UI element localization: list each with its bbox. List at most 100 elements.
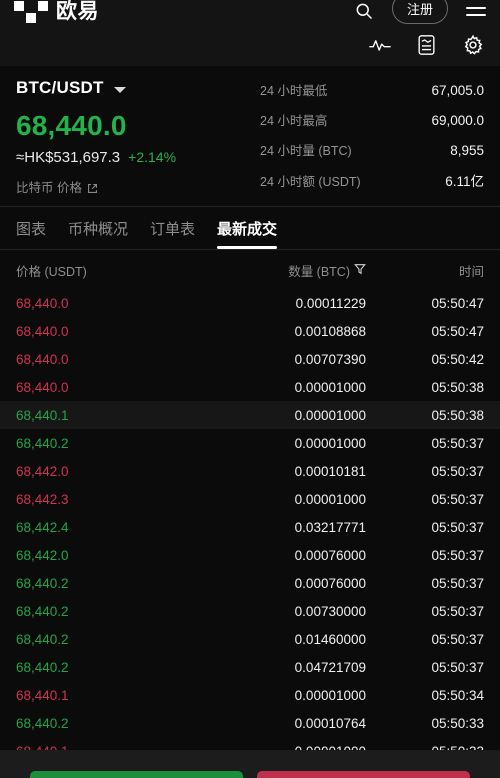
trade-row: 68,442.0 0.00010181 05:50:37 bbox=[0, 457, 500, 485]
header-toolbar bbox=[0, 28, 500, 66]
trade-amount: 0.00001000 bbox=[294, 491, 366, 507]
trade-price: 68,440.2 bbox=[16, 435, 69, 451]
trade-row: 68,440.2 0.00001000 05:50:37 bbox=[0, 429, 500, 457]
trades-list[interactable]: 68,440.0 0.00011229 05:50:47 68,440.0 0.0010… bbox=[0, 289, 500, 778]
hamburger-menu-icon[interactable] bbox=[466, 6, 486, 16]
trade-amount: 0.00730000 bbox=[294, 603, 366, 619]
trade-amount: 0.00010181 bbox=[294, 463, 366, 479]
tab-coin-overview[interactable]: 币种概况 bbox=[68, 207, 128, 249]
buy-button[interactable]: 买入 bbox=[30, 771, 243, 778]
trade-price: 68,442.3 bbox=[16, 491, 69, 507]
column-header-amount-label: 数量 (BTC) bbox=[288, 265, 350, 279]
trade-amount: 0.00001000 bbox=[294, 687, 366, 703]
tab-chart[interactable]: 图表 bbox=[16, 207, 46, 249]
trade-row: 68,440.0 0.00011229 05:50:47 bbox=[0, 289, 500, 317]
trade-row: 68,440.2 0.04721709 05:50:37 bbox=[0, 653, 500, 681]
trade-amount: 0.00108868 bbox=[294, 323, 366, 339]
column-header-amount: 数量 (BTC) bbox=[226, 261, 366, 280]
trade-amount: 0.03217771 bbox=[294, 519, 366, 535]
pair-label: BTC/USDT bbox=[16, 78, 104, 97]
stat-row: 24 小时额 (USDT) 6.11亿 bbox=[260, 170, 484, 190]
trade-amount: 0.00010764 bbox=[294, 715, 366, 731]
trade-row: 68,440.2 0.00010764 05:50:33 bbox=[0, 709, 500, 737]
trade-amount: 0.04721709 bbox=[294, 659, 366, 675]
column-header-price: 价格 (USDT) bbox=[16, 265, 87, 279]
trade-time: 05:50:34 bbox=[431, 687, 484, 703]
fiat-price: ≈HK$531,697.3 bbox=[16, 149, 121, 166]
trade-time: 05:50:42 bbox=[431, 351, 484, 367]
trade-time: 05:50:37 bbox=[431, 547, 484, 563]
funnel-filter-icon[interactable] bbox=[354, 263, 366, 278]
trade-time: 05:50:37 bbox=[431, 603, 484, 619]
trade-price: 68,440.2 bbox=[16, 659, 69, 675]
trade-row: 68,440.2 0.00076000 05:50:37 bbox=[0, 569, 500, 597]
sell-button[interactable]: 卖出 bbox=[257, 771, 470, 778]
trades-table-header: 价格 (USDT) 数量 (BTC) 时间 bbox=[0, 250, 500, 289]
trade-amount: 0.00001000 bbox=[294, 407, 366, 423]
trade-row: 68,442.3 0.00001000 05:50:37 bbox=[0, 485, 500, 513]
trade-amount: 0.00011229 bbox=[295, 295, 366, 311]
trade-time: 05:50:37 bbox=[431, 659, 484, 675]
okx-logo-icon bbox=[14, 1, 48, 23]
trade-price: 68,440.2 bbox=[16, 575, 69, 591]
trade-amount: 0.00076000 bbox=[294, 575, 366, 591]
brand[interactable]: 欧易 bbox=[14, 0, 99, 23]
price-change-percent: +2.14% bbox=[128, 149, 177, 165]
stat-row: 24 小时最高 69,000.0 bbox=[260, 110, 484, 129]
column-header-time: 时间 bbox=[458, 265, 484, 279]
stat-label: 24 小时最低 bbox=[260, 84, 328, 98]
coin-subtitle-link[interactable]: 比特币 价格 bbox=[16, 177, 260, 196]
trade-price: 68,440.2 bbox=[16, 603, 69, 619]
tab-recent-trades[interactable]: 最新成交 bbox=[217, 207, 278, 249]
trade-time: 05:50:38 bbox=[431, 379, 484, 395]
register-button[interactable]: 注册 bbox=[391, 0, 448, 24]
trade-row: 68,440.1 0.00001000 05:50:34 bbox=[0, 681, 500, 709]
app-header: 欧易 注册 bbox=[0, 0, 500, 28]
stat-label: 24 小时量 (BTC) bbox=[260, 144, 352, 158]
trade-row: 68,440.0 0.00707390 05:50:42 bbox=[0, 345, 500, 373]
section-tabs: 图表 币种概况 订单表 最新成交 bbox=[0, 206, 500, 250]
search-icon[interactable] bbox=[354, 3, 374, 21]
trade-price: 68,442.0 bbox=[16, 547, 69, 563]
trade-row: 68,440.0 0.00108868 05:50:47 bbox=[0, 317, 500, 345]
activity-pulse-icon[interactable] bbox=[369, 36, 391, 54]
trade-price: 68,442.4 bbox=[16, 519, 69, 535]
stat-value: 8,955 bbox=[450, 143, 484, 158]
settings-gear-icon[interactable] bbox=[462, 34, 484, 56]
brand-name: 欧易 bbox=[56, 0, 99, 23]
trade-time: 05:50:37 bbox=[431, 435, 484, 451]
pair-selector[interactable]: BTC/USDT bbox=[16, 78, 260, 98]
trade-amount: 0.01460000 bbox=[294, 631, 366, 647]
okx-market-screen: 欧易 注册 BTC/USDT 68,440.0 ≈HK$531,697.3 +2… bbox=[0, 0, 500, 778]
trade-row: 68,442.4 0.03217771 05:50:37 bbox=[0, 513, 500, 541]
trade-time: 05:50:37 bbox=[431, 463, 484, 479]
order-list-icon[interactable] bbox=[417, 34, 436, 56]
trade-row: 68,440.2 0.01460000 05:50:37 bbox=[0, 625, 500, 653]
trade-price: 68,440.0 bbox=[16, 379, 69, 395]
trade-price: 68,440.2 bbox=[16, 631, 69, 647]
ticker-stats: 24 小时最低 67,005.0 24 小时最高 69,000.0 24 小时量… bbox=[260, 78, 484, 196]
trade-amount: 0.00001000 bbox=[294, 379, 366, 395]
trade-time: 05:50:38 bbox=[431, 407, 484, 423]
trade-time: 05:50:37 bbox=[431, 631, 484, 647]
trade-time: 05:50:37 bbox=[431, 575, 484, 591]
stat-label: 24 小时额 (USDT) bbox=[260, 175, 361, 189]
stat-row: 24 小时量 (BTC) 8,955 bbox=[260, 140, 484, 159]
trade-price: 68,442.0 bbox=[16, 463, 69, 479]
trade-time: 05:50:47 bbox=[431, 295, 484, 311]
trade-time: 05:50:37 bbox=[431, 491, 484, 507]
trade-price: 68,440.1 bbox=[16, 407, 69, 423]
stat-label: 24 小时最高 bbox=[260, 114, 328, 128]
trade-price: 68,440.0 bbox=[16, 323, 69, 339]
last-price: 68,440.0 bbox=[16, 110, 127, 141]
trade-time: 05:50:47 bbox=[431, 323, 484, 339]
stat-value: 6.11亿 bbox=[445, 174, 484, 189]
trade-price: 68,440.0 bbox=[16, 295, 69, 311]
stat-value: 69,000.0 bbox=[431, 113, 484, 128]
trade-time: 05:50:37 bbox=[431, 519, 484, 535]
trade-row: 68,440.0 0.00001000 05:50:38 bbox=[0, 373, 500, 401]
external-link-icon bbox=[87, 181, 98, 193]
stat-value: 67,005.0 bbox=[431, 83, 484, 98]
tab-order-book[interactable]: 订单表 bbox=[150, 207, 195, 249]
trade-price: 68,440.2 bbox=[16, 715, 69, 731]
